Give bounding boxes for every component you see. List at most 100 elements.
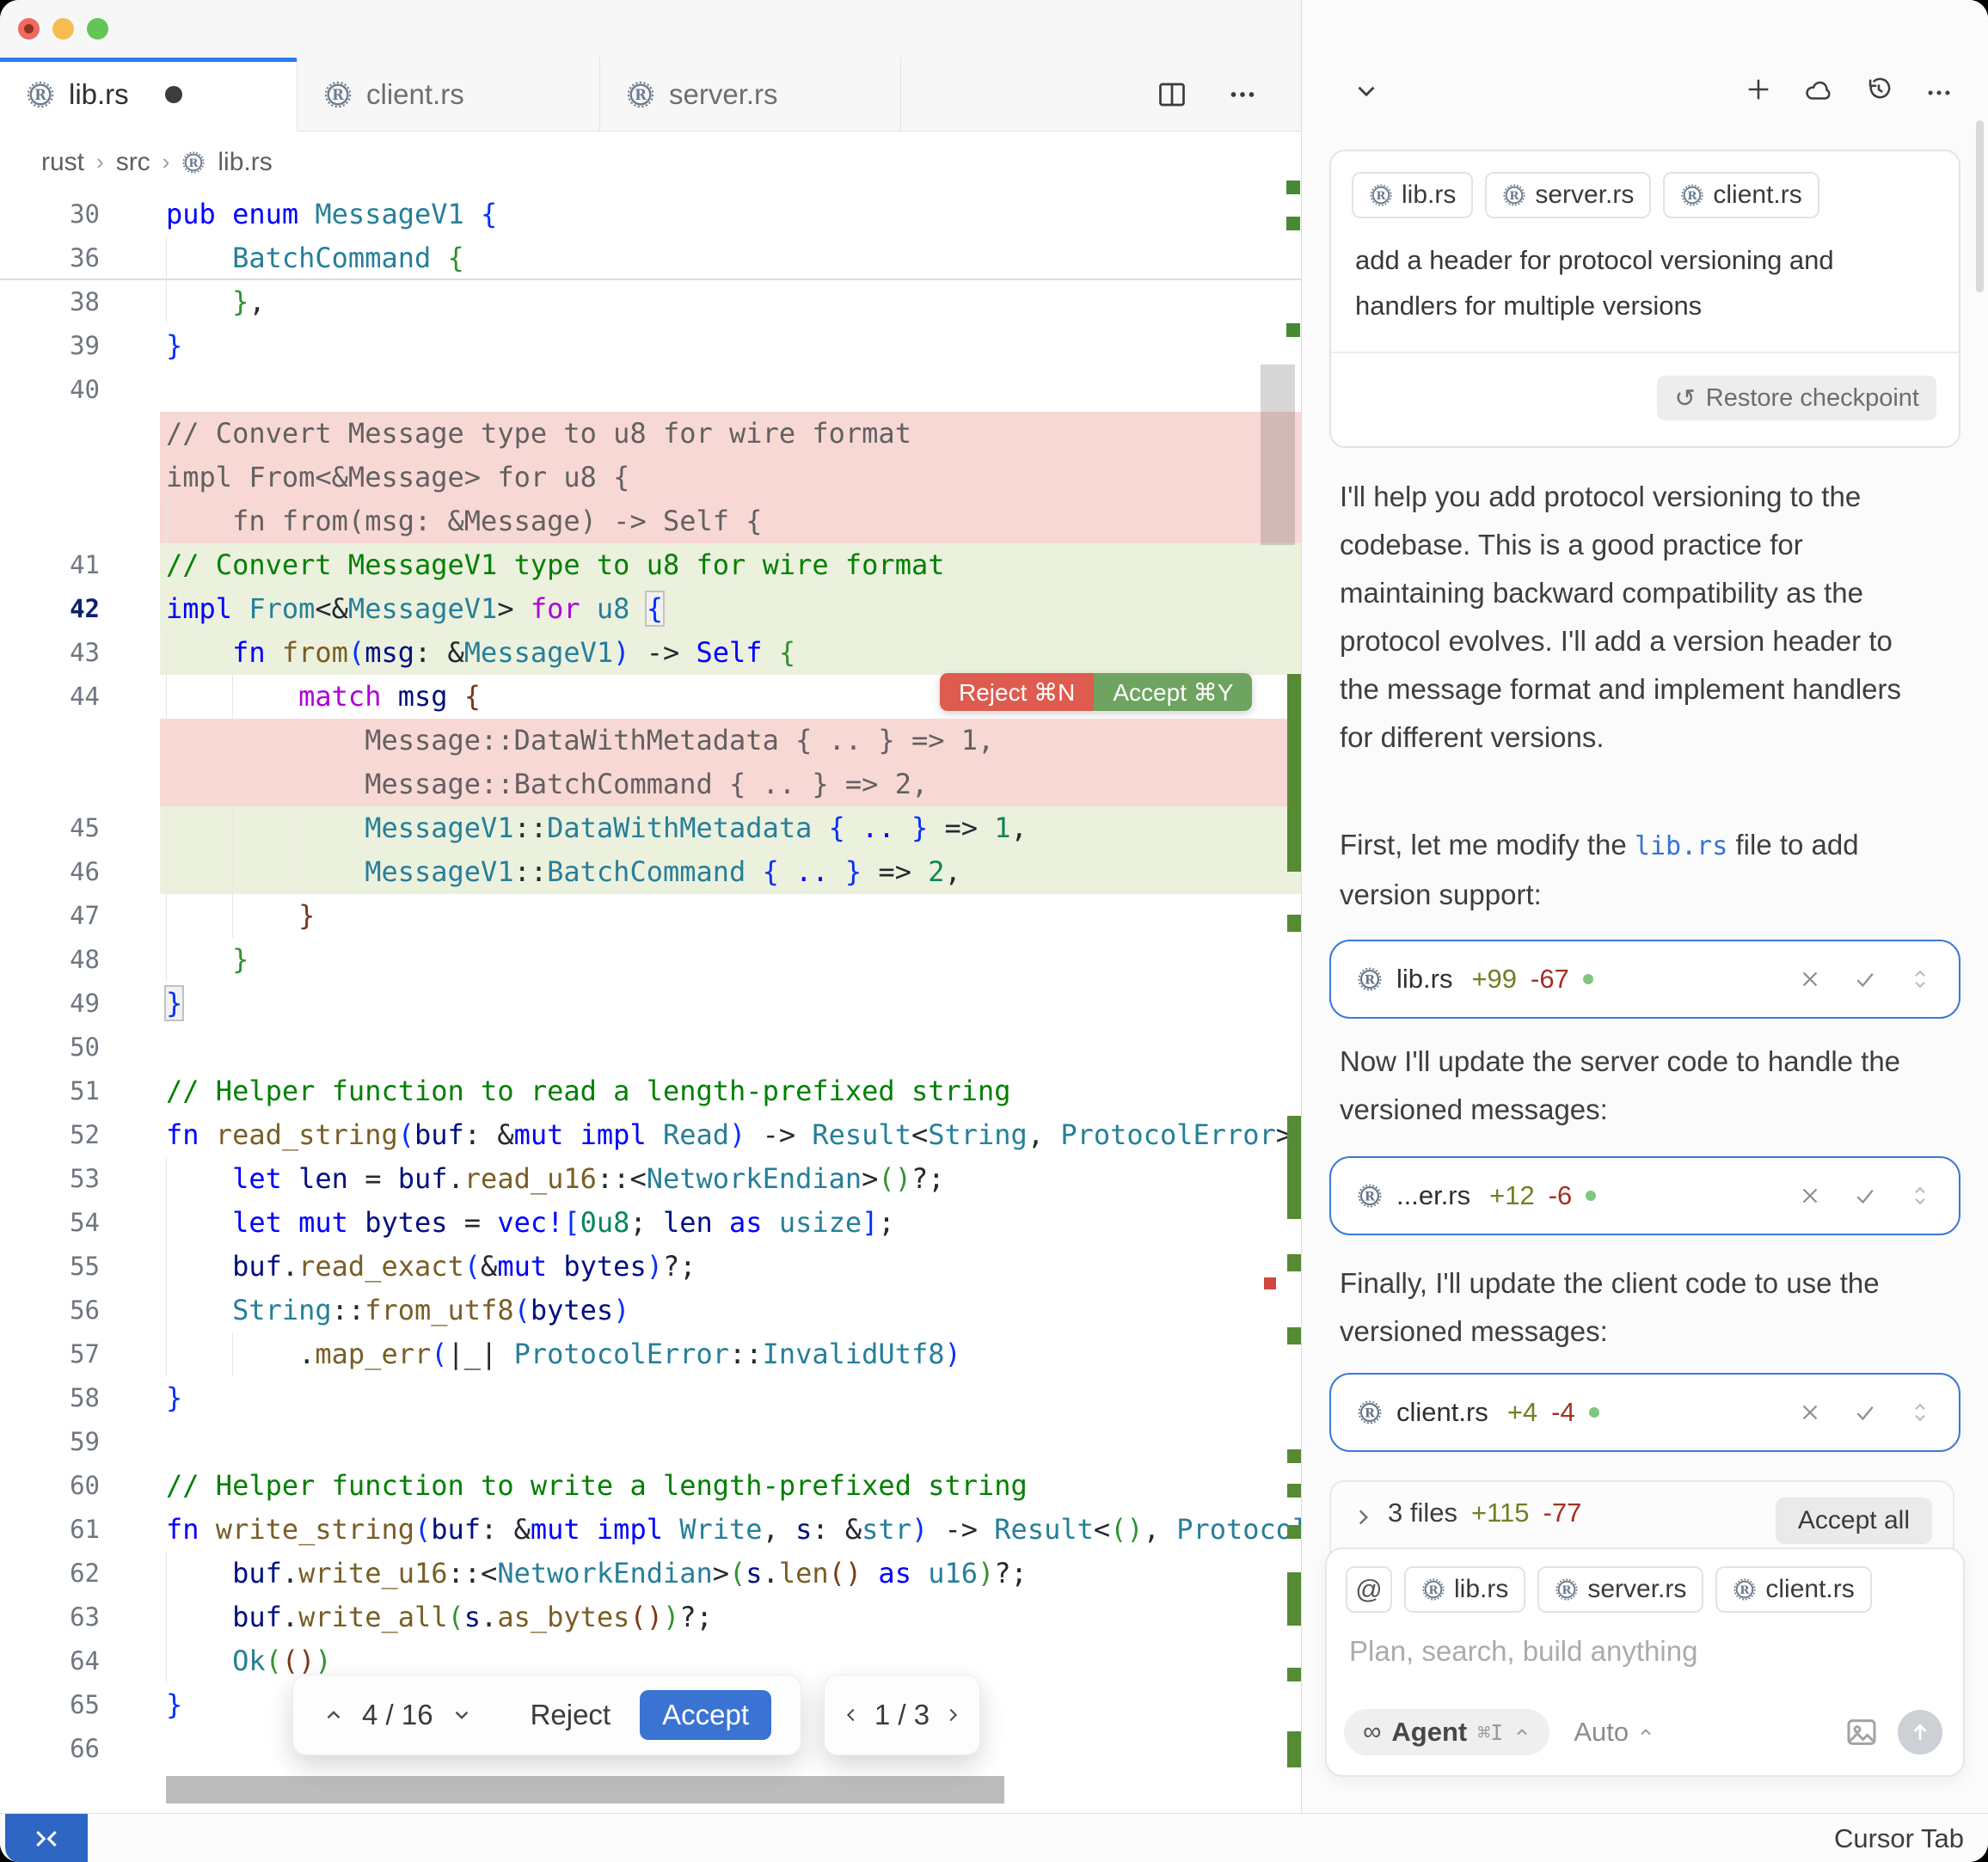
context-chip[interactable]: server.rs	[1485, 172, 1651, 218]
inline-diff-widget: Reject ⌘NAccept ⌘Y	[940, 673, 1252, 711]
tab-client-rs[interactable]: client.rs	[298, 58, 600, 132]
file-diff-card-lib[interactable]: lib.rs +99 -67	[1329, 940, 1960, 1019]
check-icon[interactable]	[1852, 1400, 1878, 1425]
context-chip[interactable]: lib.rs	[1352, 172, 1473, 218]
more-actions-icon[interactable]	[1227, 79, 1258, 110]
line-number: 45	[0, 806, 100, 850]
code-line[interactable]: 54 let mut bytes = vec![0u8; len as usiz…	[0, 1201, 1301, 1245]
code-editor[interactable]: 30pub enum MessageV1 {36 BatchCommand {3…	[0, 193, 1301, 1814]
code-line[interactable]: 61fn write_string(buf: &mut impl Write, …	[0, 1508, 1301, 1552]
close-icon[interactable]	[1797, 1400, 1823, 1425]
code-line[interactable]: Message::BatchCommand { .. } => 2,	[0, 763, 1301, 806]
check-icon[interactable]	[1852, 966, 1878, 992]
code-line[interactable]: 57 .map_err(|_| ProtocolError::InvalidUt…	[0, 1332, 1301, 1376]
code-line[interactable]: 45 MessageV1::DataWithMetadata { .. } =>…	[0, 806, 1301, 850]
code-line[interactable]: Message::DataWithMetadata { .. } => 1,	[0, 719, 1301, 763]
prev-diff-icon[interactable]	[322, 1704, 345, 1726]
code-line[interactable]: 48 }	[0, 938, 1301, 982]
code-line[interactable]: 39}	[0, 324, 1301, 368]
code-line[interactable]: 51// Helper function to read a length-pr…	[0, 1069, 1301, 1113]
close-icon[interactable]	[1797, 966, 1823, 992]
cloud-icon[interactable]	[1804, 77, 1833, 106]
send-button[interactable]	[1898, 1710, 1942, 1755]
file-diff-card-server[interactable]: ...er.rs +12 -6	[1329, 1156, 1960, 1235]
remote-icon	[33, 1825, 60, 1853]
code-line[interactable]	[0, 1771, 1301, 1809]
expand-icon[interactable]	[1907, 1400, 1933, 1425]
code-line[interactable]: 46 MessageV1::BatchCommand { .. } => 2,	[0, 850, 1301, 894]
add-context-button[interactable]: @	[1346, 1566, 1392, 1613]
remote-indicator[interactable]	[5, 1814, 88, 1862]
prev-file-icon[interactable]	[842, 1706, 861, 1724]
code-line[interactable]: // Convert Message type to u8 for wire f…	[0, 412, 1301, 456]
chevron-down-icon[interactable]	[1352, 77, 1381, 106]
code-line[interactable]: impl From<&Message> for u8 {	[0, 456, 1301, 499]
inline-reject-button[interactable]: Reject ⌘N	[940, 673, 1094, 711]
code-line[interactable]: 53 let len = buf.read_u16::<NetworkEndia…	[0, 1157, 1301, 1201]
inline-accept-button[interactable]: Accept ⌘Y	[1094, 673, 1252, 711]
minimize-window-button[interactable]	[52, 18, 74, 40]
expand-icon[interactable]	[1907, 966, 1933, 992]
new-chat-icon[interactable]	[1744, 75, 1773, 104]
model-selector[interactable]: Auto	[1574, 1717, 1654, 1748]
code-line[interactable]: 63 buf.write_all(s.as_bytes())?;	[0, 1596, 1301, 1639]
code-line[interactable]: 30pub enum MessageV1 {	[0, 193, 1301, 236]
next-file-icon[interactable]	[943, 1706, 962, 1724]
chat-scrollbar[interactable]	[1976, 120, 1984, 292]
file-nav-pill: 1 / 3	[824, 1675, 980, 1755]
code-line[interactable]: 49}	[0, 982, 1301, 1026]
ellipsis-icon[interactable]	[1924, 78, 1954, 107]
accept-button[interactable]: Accept	[640, 1690, 771, 1740]
chevron-right-icon[interactable]	[1352, 1506, 1374, 1528]
next-diff-icon[interactable]	[451, 1704, 473, 1726]
history-icon[interactable]	[1864, 75, 1893, 104]
context-chip[interactable]: lib.rs	[1404, 1566, 1525, 1613]
context-chip[interactable]: client.rs	[1715, 1566, 1871, 1613]
close-window-button[interactable]	[18, 18, 40, 40]
code-line[interactable]: 42impl From<&MessageV1> for u8 {	[0, 587, 1301, 631]
added-count: +12	[1489, 1180, 1535, 1211]
line-number: 56	[0, 1289, 100, 1332]
zoom-window-button[interactable]	[87, 18, 108, 40]
code-line[interactable]: 44 match msg {Reject ⌘NAccept ⌘Y	[0, 675, 1301, 719]
split-editor-icon[interactable]	[1157, 79, 1187, 110]
code-line[interactable]: 59	[0, 1420, 1301, 1464]
restore-checkpoint-button[interactable]: ↺ Restore checkpoint	[1657, 376, 1936, 420]
file-name: lib.rs	[1396, 964, 1452, 995]
code-line[interactable]: 36 BatchCommand {	[0, 236, 1301, 280]
breadcrumb-item[interactable]: src	[116, 148, 150, 177]
context-chip[interactable]: server.rs	[1537, 1566, 1703, 1613]
rust-file-icon	[626, 80, 655, 109]
code-line[interactable]: 58}	[0, 1376, 1301, 1420]
attach-image-button[interactable]	[1844, 1715, 1879, 1749]
chat-input[interactable]: Plan, search, build anything	[1327, 1613, 1963, 1668]
reject-button[interactable]: Reject	[531, 1699, 611, 1731]
code-line[interactable]: 43 fn from(msg: &MessageV1) -> Self {	[0, 631, 1301, 675]
code-line[interactable]: 56 String::from_utf8(bytes)	[0, 1289, 1301, 1332]
tab-server-rs[interactable]: server.rs	[600, 58, 901, 132]
close-icon[interactable]	[1797, 1183, 1823, 1209]
code-line[interactable]: 55 buf.read_exact(&mut bytes)?;	[0, 1245, 1301, 1289]
code-line[interactable]: 52fn read_string(buf: &mut impl Read) ->…	[0, 1113, 1301, 1157]
tab-label: client.rs	[366, 78, 464, 111]
context-chip[interactable]: client.rs	[1663, 172, 1819, 218]
code-line[interactable]: 50	[0, 1026, 1301, 1069]
cursor-tab-status[interactable]: Cursor Tab	[1834, 1814, 1964, 1862]
tab-lib-rs[interactable]: lib.rs	[0, 58, 298, 132]
code-line[interactable]: 62 buf.write_u16::<NetworkEndian>(s.len(…	[0, 1552, 1301, 1596]
breadcrumb-item[interactable]: rust	[41, 148, 84, 177]
check-icon[interactable]	[1852, 1183, 1878, 1209]
code-line[interactable]: 41// Convert MessageV1 type to u8 for wi…	[0, 543, 1301, 587]
file-diff-card-client[interactable]: client.rs +4 -4	[1329, 1373, 1960, 1452]
breadcrumb-item[interactable]: lib.rs	[218, 148, 272, 177]
code-line[interactable]: 47 }	[0, 894, 1301, 938]
code-line[interactable]: 60// Helper function to write a length-p…	[0, 1464, 1301, 1508]
code-line[interactable]: fn from(msg: &Message) -> Self {	[0, 499, 1301, 543]
line-number: 60	[0, 1464, 100, 1508]
line-number: 61	[0, 1508, 100, 1552]
code-line[interactable]: 38 },	[0, 280, 1301, 324]
code-line[interactable]: 40	[0, 368, 1301, 412]
accept-all-button[interactable]: Accept all	[1776, 1498, 1932, 1544]
agent-mode-selector[interactable]: ∞ Agent ⌘I	[1344, 1709, 1549, 1755]
expand-icon[interactable]	[1907, 1183, 1933, 1209]
